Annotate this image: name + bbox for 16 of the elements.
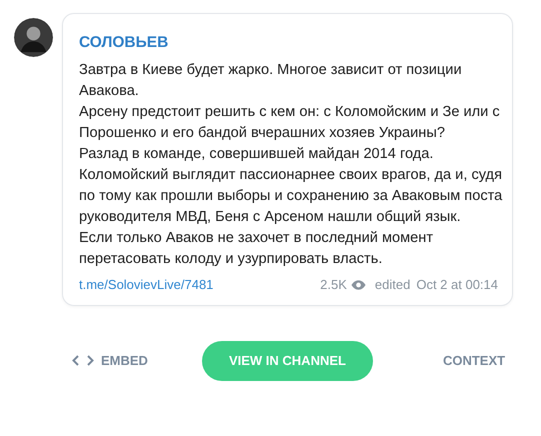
- post-paragraph: Завтра в Киеве будет жарко. Многое зависит от позиции Авакова.: [79, 61, 463, 102]
- eye-icon: [350, 280, 366, 290]
- post-paragraph: Разлад в команде, совершившей майдан 2014 года.: [79, 145, 434, 164]
- channel-name: СОЛОВЬЕВ: [79, 33, 170, 53]
- avatar: [14, 18, 53, 57]
- post-link[interactable]: t.me/SolovievLive/7481: [79, 275, 214, 295]
- context-button[interactable]: CONTEXT: [442, 351, 506, 370]
- edited-label: edited: [374, 276, 410, 294]
- view-in-channel-button[interactable]: VIEW IN CHANNEL: [202, 340, 373, 381]
- post-paragraph: Арсену предстоит решить с кем он: с Коломойским и Зе или с Порошенко и его бандой вчерашних хозяев Украины?: [79, 103, 501, 144]
- embed-button[interactable]: EMBED: [72, 351, 148, 370]
- post-paragraph: Коломойский выглядит пассионарнее своих врагов, да и, судя по тому как прошли выборы и сохранению за Аваковым поста руководителя МВД, Беня с Арсеном нашли общий язык.: [79, 166, 504, 228]
- post-paragraph: Если только Аваков не захочет в последний момент перетасовать колоду и узурпировать власть.: [79, 229, 434, 270]
- code-icon: [72, 355, 94, 366]
- view-count: 2.5K: [320, 276, 347, 294]
- post-date: Oct 2 at 00:14: [416, 276, 498, 294]
